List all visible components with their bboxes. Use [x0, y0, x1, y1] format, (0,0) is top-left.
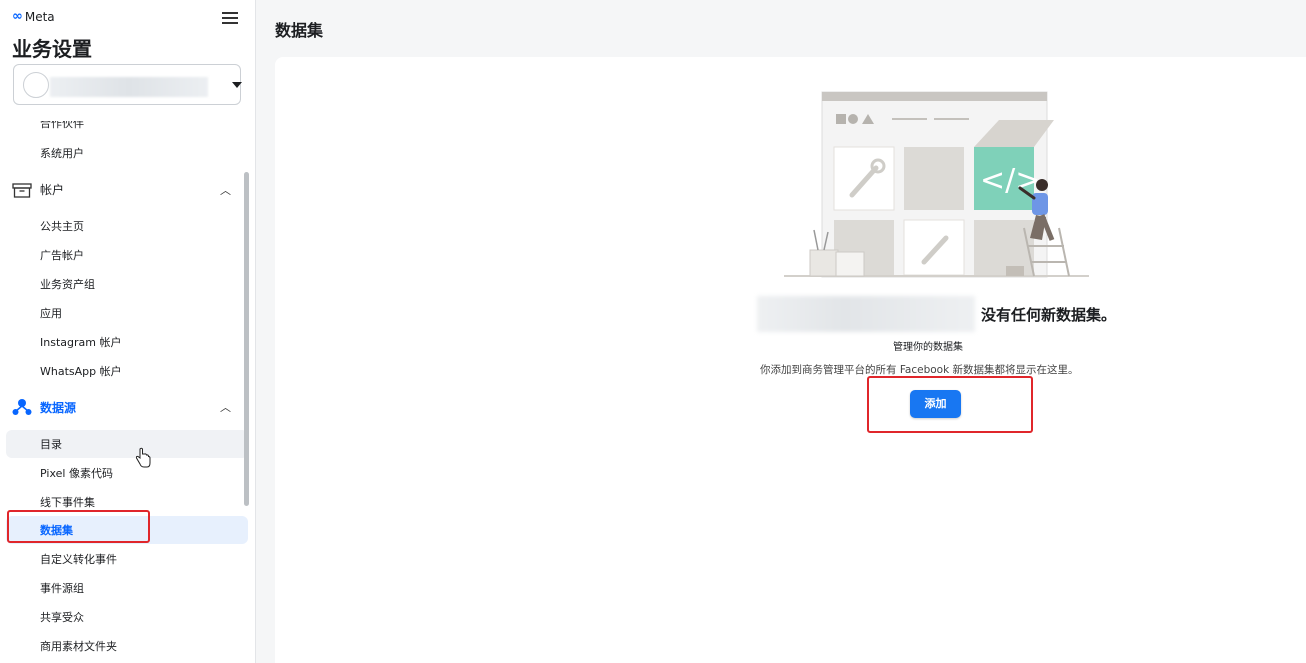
sidebar-item-ad-accounts[interactable]: 广告帐户: [40, 247, 84, 263]
sidebar-scrollbar[interactable]: [244, 172, 249, 506]
sidebar-item-offline-event-sets[interactable]: 线下事件集: [40, 494, 95, 510]
sidebar-section-label: 数据源: [40, 400, 77, 415]
sidebar-item-pixels[interactable]: Pixel 像素代码: [40, 465, 113, 481]
sidebar-section-label: 帐户: [40, 183, 65, 197]
app-title: 业务设置: [12, 37, 92, 61]
annotation-box-datasets: [7, 510, 150, 543]
sidebar-item-instagram-accounts[interactable]: Instagram 帐户: [40, 334, 121, 350]
empty-state-illustration: </>: [784, 91, 1089, 278]
sidebar-item-system-users[interactable]: 系统用户: [40, 145, 84, 161]
meta-logo[interactable]: ∞ Meta: [12, 9, 55, 24]
hamburger-menu-icon[interactable]: [222, 12, 238, 24]
chevron-up-icon[interactable]: ︿: [220, 182, 231, 198]
sidebar: ∞ Meta 业务设置 合作伙伴 系统用户 帐户 ︿ 公共主页 广告帐户 业务资…: [0, 0, 256, 663]
hand-pointer-cursor-icon: [135, 447, 151, 468]
meta-logo-text: Meta: [24, 9, 55, 24]
sidebar-item-partners[interactable]: 合作伙伴: [40, 121, 84, 131]
data-sources-icon: [12, 399, 32, 415]
redacted-overlay: [757, 296, 975, 332]
business-name-redacted: [50, 77, 208, 97]
sidebar-item-pages[interactable]: 公共主页: [40, 218, 84, 234]
sidebar-item-business-asset-groups[interactable]: 业务资产组: [40, 276, 95, 292]
business-selector[interactable]: [13, 64, 242, 105]
page-header: 数据集: [257, 0, 1306, 57]
page-title: 数据集: [275, 21, 324, 40]
sidebar-item-creative-folders[interactable]: 商用素材文件夹: [40, 638, 117, 654]
business-avatar: [23, 72, 49, 98]
empty-state-description: 你添加到商务管理平台的所有 Facebook 新数据集都将显示在这里。: [760, 364, 1079, 376]
annotation-box-add: [867, 376, 1033, 433]
sidebar-item-event-source-groups[interactable]: 事件源组: [40, 580, 84, 596]
svg-text:</>: </>: [980, 163, 1040, 198]
sidebar-section-accounts[interactable]: 帐户 ︿: [12, 181, 242, 198]
archive-box-icon: [12, 182, 32, 198]
sidebar-item-whatsapp-accounts[interactable]: WhatsApp 帐户: [40, 363, 122, 379]
sidebar-item-shared-audiences[interactable]: 共享受众: [40, 609, 84, 625]
caret-down-icon: [232, 82, 242, 88]
sidebar-item-custom-conversions[interactable]: 自定义转化事件: [40, 551, 117, 567]
sidebar-section-data-sources[interactable]: 数据源 ︿: [12, 398, 242, 416]
sidebar-item-apps[interactable]: 应用: [40, 305, 62, 321]
sidebar-item-catalogs[interactable]: 目录: [40, 436, 62, 452]
chevron-up-icon[interactable]: ︿: [220, 399, 231, 415]
meta-infinity-icon: ∞: [12, 9, 23, 24]
empty-state-subtitle: 管理你的数据集: [893, 342, 963, 353]
